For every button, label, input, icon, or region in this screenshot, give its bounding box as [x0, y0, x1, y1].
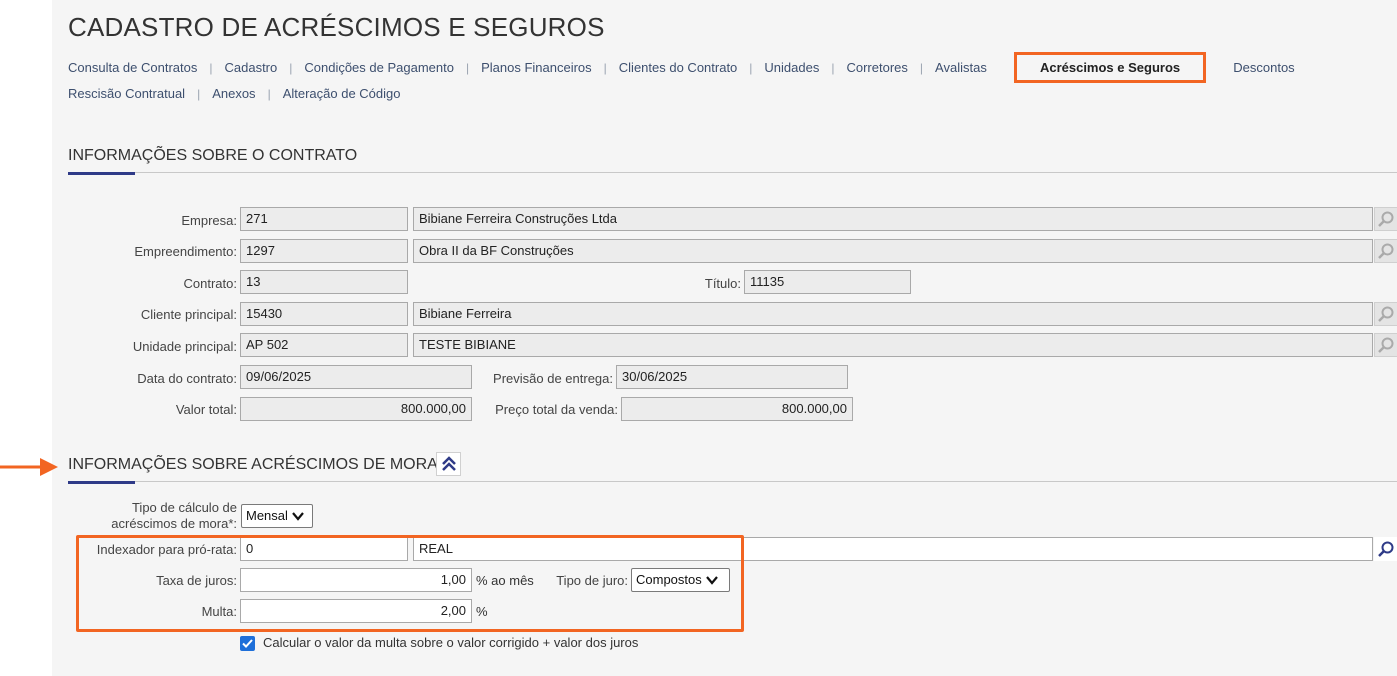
tab-corretores[interactable]: Corretores	[846, 60, 907, 75]
empreendimento-lookup-button[interactable]	[1374, 239, 1397, 263]
indexador-lookup-button[interactable]	[1374, 537, 1397, 561]
tab-rescisao-contratual[interactable]: Rescisão Contratual	[68, 86, 185, 101]
titulo-field: 11135	[744, 270, 911, 294]
valor-total-label: Valor total:	[175, 402, 237, 417]
tab-planos-financeiros[interactable]: Planos Financeiros	[481, 60, 592, 75]
empresa-label: Empresa:	[181, 213, 237, 228]
highlight-box	[76, 535, 744, 632]
tab-condicoes-de-pagamento[interactable]: Condições de Pagamento	[304, 60, 454, 75]
tab-alteracao-de-codigo[interactable]: Alteração de Código	[283, 86, 401, 101]
tab-separator: |	[919, 60, 924, 75]
empresa-lookup-button[interactable]	[1374, 207, 1397, 231]
tipo-calculo-select[interactable]: Mensal	[241, 504, 313, 528]
contract-section-title: INFORMAÇÕES SOBRE O CONTRATO	[68, 147, 358, 164]
tab-descontos[interactable]: Descontos	[1233, 60, 1294, 75]
tab-separator: |	[267, 86, 271, 101]
tab-separator: |	[831, 60, 835, 75]
cliente-lookup-button[interactable]	[1374, 302, 1397, 326]
tab-separator: |	[749, 60, 753, 75]
search-icon	[1378, 541, 1394, 557]
unidade-name-field: TESTE BIBIANE	[413, 333, 1373, 357]
empreendimento-name-field: Obra II da BF Construções	[413, 239, 1373, 263]
preco-total-field: 800.000,00	[621, 397, 853, 421]
tab-anexos[interactable]: Anexos	[212, 86, 255, 101]
section-accent	[68, 172, 135, 175]
tab-separator: |	[209, 60, 213, 75]
data-contrato-label: Data do contrato:	[137, 371, 237, 386]
tipo-calculo-label-line1: Tipo de cálculo de	[131, 500, 237, 515]
tab-avalistas[interactable]: Avalistas	[935, 60, 987, 75]
empreendimento-code-field: 1297	[240, 239, 408, 263]
tab-consulta-de-contratos[interactable]: Consulta de Contratos	[68, 60, 197, 75]
double-chevron-up-icon	[441, 456, 456, 471]
tipo-calculo-value: Mensal	[246, 508, 288, 523]
unidade-lookup-button[interactable]	[1374, 333, 1397, 357]
previsao-entrega-field: 30/06/2025	[616, 365, 848, 389]
checkmark-icon	[242, 639, 253, 648]
tipo-calculo-label-line2: acréscimos de mora*:	[111, 516, 237, 531]
tab-unidades[interactable]: Unidades	[764, 60, 819, 75]
cliente-principal-label: Cliente principal:	[140, 307, 237, 322]
page-title: CADASTRO DE ACRÉSCIMOS E SEGUROS	[68, 12, 605, 42]
tab-separator: |	[465, 60, 470, 75]
section-divider	[68, 172, 1397, 173]
tab-cadastro[interactable]: Cadastro	[224, 60, 277, 75]
search-icon	[1378, 337, 1394, 353]
search-icon	[1378, 211, 1394, 227]
tipo-calculo-label: Tipo de cálculo de acréscimos de mora*:	[111, 500, 237, 532]
titulo-label: Título:	[704, 276, 741, 291]
calc-multa-checkbox-label[interactable]: Calcular o valor da multa sobre o valor …	[263, 635, 638, 650]
chevron-down-icon	[292, 512, 304, 521]
cliente-name-field: Bibiane Ferreira	[413, 302, 1373, 326]
tab-clientes-do-contrato[interactable]: Clientes do Contrato	[619, 60, 738, 75]
calc-multa-checkbox[interactable]	[240, 636, 255, 651]
tab-separator: |	[603, 60, 607, 75]
tab-separator: |	[197, 86, 201, 101]
tab-acrescimos-e-seguros[interactable]: Acréscimos e Seguros	[1013, 52, 1207, 83]
search-icon	[1378, 243, 1394, 259]
search-icon	[1378, 306, 1394, 322]
tab-separator: |	[289, 60, 293, 75]
section-accent	[68, 481, 135, 484]
contrato-field: 13	[240, 270, 408, 294]
unidade-principal-label: Unidade principal:	[132, 339, 237, 354]
data-contrato-field: 09/06/2025	[240, 365, 472, 389]
previsao-entrega-label: Previsão de entrega:	[493, 371, 613, 386]
empreendimento-label: Empreendimento:	[134, 244, 237, 259]
valor-total-field: 800.000,00	[240, 397, 472, 421]
empresa-name-field: Bibiane Ferreira Construções Ltda	[413, 207, 1373, 231]
mora-section-title: INFORMAÇÕES SOBRE ACRÉSCIMOS DE MORA	[68, 456, 438, 473]
section-divider	[68, 481, 1397, 482]
empresa-code-field: 271	[240, 207, 408, 231]
arrow-right-icon	[0, 458, 58, 476]
collapse-section-button[interactable]	[436, 452, 461, 476]
unidade-code-field: AP 502	[240, 333, 408, 357]
contrato-label: Contrato:	[183, 276, 237, 291]
cliente-code-field: 15430	[240, 302, 408, 326]
preco-total-label: Preço total da venda:	[495, 402, 618, 417]
